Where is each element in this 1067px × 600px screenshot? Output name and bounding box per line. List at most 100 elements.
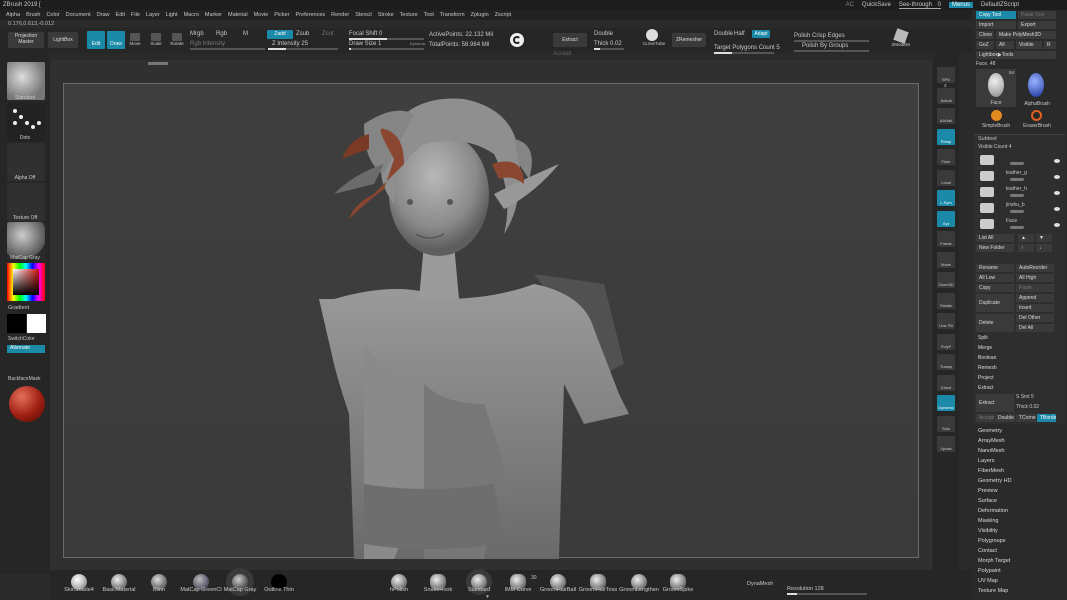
canvas-scroll-handle[interactable] [148, 62, 168, 65]
visibility-eye-icon[interactable] [1054, 159, 1060, 163]
subtool-item[interactable]: leather_h [976, 185, 1062, 200]
submenu-geometry-hd[interactable]: Geometry HD [978, 478, 1012, 484]
subtool-header[interactable]: Subtool [978, 136, 997, 142]
menu-file[interactable]: File [131, 12, 140, 18]
menu-macro[interactable]: Macro [184, 12, 199, 18]
zsub-button[interactable]: Zsub [296, 31, 309, 37]
primary-color-swatch[interactable] [7, 314, 26, 333]
submenu-texture-map[interactable]: Texture Map [978, 588, 1008, 594]
secondary-color-swatch[interactable] [27, 314, 46, 333]
menu-stroke[interactable]: Stroke [378, 12, 394, 18]
half-toggle[interactable]: Half [734, 31, 745, 37]
shelf-ghost-button[interactable]: Ghost [937, 374, 955, 391]
new-folder-button[interactable]: New Folder [976, 244, 1014, 252]
import-button[interactable]: Import [976, 21, 1016, 29]
color-picker-square[interactable] [13, 269, 39, 295]
switch-color-button[interactable]: SwitchColor [8, 336, 35, 342]
shelf-zoom3d-button[interactable]: Zoom3D [937, 272, 955, 288]
subtool-item[interactable]: jinshu_b [976, 201, 1062, 216]
menu-material[interactable]: Material [228, 12, 248, 18]
shelf-rotate-button[interactable]: Rotate [937, 292, 955, 309]
dynamesh-button[interactable]: DynaMesh [747, 581, 773, 587]
autoreorder-button[interactable]: AutoReorder [1016, 264, 1054, 272]
thick-slider[interactable] [594, 48, 624, 50]
submenu-contact[interactable]: Contact [978, 548, 997, 554]
subtool-up-button[interactable]: ▲ [1018, 234, 1034, 242]
move-down-arrow-button[interactable]: ↓ [1036, 244, 1052, 252]
make-polymesh-button[interactable]: Make PolyMesh3D [996, 31, 1056, 39]
backface-mask-sphere[interactable] [9, 386, 45, 422]
subtool-toggle[interactable] [1010, 178, 1024, 181]
extract-button[interactable]: Extract [553, 33, 587, 47]
curvetube-button[interactable]: CurveTube [643, 29, 665, 46]
submenu-polypaint[interactable]: Polypaint [978, 568, 1001, 574]
menu-stencil[interactable]: Stencil [355, 12, 372, 18]
double-extract-toggle[interactable]: Double [995, 414, 1015, 422]
menu-layer[interactable]: Layer [146, 12, 160, 18]
shelf-spix-button[interactable]: SPix [937, 67, 955, 83]
submenu-layers[interactable]: Layers [978, 458, 995, 464]
visibility-eye-icon[interactable] [1054, 207, 1060, 211]
dynamic-toggle[interactable]: Dynamic [410, 41, 426, 46]
subtool-toggle[interactable] [1010, 210, 1024, 213]
face-slider[interactable]: Face. 48 [976, 61, 1056, 67]
menu-movie[interactable]: Movie [254, 12, 269, 18]
merge-menu[interactable]: Merge [976, 344, 1064, 353]
shelf-move-button[interactable]: Move [937, 251, 955, 268]
submenu-morph-target[interactable]: Morph Target [978, 558, 1010, 564]
zadd-button[interactable]: Zadd [267, 30, 293, 39]
remesh-menu[interactable]: Remesh [976, 364, 1064, 373]
projection-master-button[interactable]: Projection Master [8, 32, 44, 48]
submenu-uv-map[interactable]: UV Map [978, 578, 998, 584]
menu-tool[interactable]: Tool [424, 12, 434, 18]
visible-count-slider[interactable]: Visible Count 4 [978, 144, 1012, 150]
menu-edit[interactable]: Edit [116, 12, 125, 18]
list-all-button[interactable]: List All [976, 234, 1014, 242]
copy-tool-button[interactable]: Copy Tool [976, 11, 1016, 19]
scale-button[interactable]: Scale [148, 32, 164, 48]
all-button[interactable]: All [996, 41, 1014, 49]
subtool-item[interactable] [976, 153, 1062, 168]
focal-shift-slider[interactable] [349, 38, 424, 40]
export-button[interactable]: Export [1018, 21, 1056, 29]
double-toggle[interactable]: Double [594, 31, 613, 37]
draw-mode-button[interactable]: Draw [107, 31, 125, 49]
duplicate-button[interactable]: Duplicate [976, 294, 1014, 312]
lightbox-button[interactable]: LightBox [48, 32, 78, 48]
polish-by-groups-slider[interactable] [794, 50, 869, 52]
shelf-dynamic-button[interactable]: Dynamic [937, 395, 955, 411]
edit-mode-button[interactable]: Edit [87, 31, 105, 49]
shelf-line-fill-button[interactable]: Line Fill [937, 313, 955, 329]
m-button[interactable]: M [243, 31, 248, 37]
shelf-xyz-button[interactable]: Xyz [937, 210, 955, 227]
menu-preferences[interactable]: Preferences [296, 12, 326, 18]
extract-menu[interactable]: Extract [976, 384, 1064, 393]
shelf-solo-button[interactable]: Solo [937, 415, 955, 432]
alternate-toggle[interactable]: Alternate [7, 345, 45, 353]
clone-button[interactable]: Clone [976, 31, 994, 39]
rgb-button[interactable]: Rgb [216, 31, 227, 37]
menus-toggle[interactable]: Menus [948, 2, 973, 8]
submenu-polygroups[interactable]: Polygroups [978, 538, 1006, 544]
target-polygons-slider[interactable] [714, 52, 774, 54]
del-all-button[interactable]: Del All [1016, 324, 1054, 332]
submenu-geometry[interactable]: Geometry [978, 428, 1002, 434]
rotate-button[interactable]: Rotate [169, 32, 185, 48]
shelf-persp-button[interactable]: Persp [937, 128, 955, 145]
tool-thumb-simplebrush[interactable]: SimpleBrush [976, 109, 1016, 129]
shelf-transp-button[interactable]: Transp [937, 354, 955, 370]
visibility-eye-icon[interactable] [1054, 223, 1060, 227]
adapt-toggle[interactable]: Adapt [752, 30, 770, 38]
paste-subtool-button[interactable]: Paste [1016, 284, 1054, 292]
draw-mode-switch-icon[interactable] [510, 33, 524, 47]
submenu-nanomesh[interactable]: NanoMesh [978, 448, 1005, 454]
all-high-button[interactable]: All High [1016, 274, 1054, 282]
draw-size-slider[interactable] [349, 48, 424, 50]
menu-alpha[interactable]: Alpha [6, 12, 20, 18]
extract-subtool-button[interactable]: Extract [976, 394, 1014, 412]
tool-thumb-eraserbrush[interactable]: EraserBrush [1018, 109, 1056, 129]
z-intensity-slider[interactable] [268, 48, 338, 50]
submenu-preview[interactable]: Preview [978, 488, 998, 494]
shelf-frame-button[interactable]: Frame [937, 231, 955, 247]
insert-button[interactable]: Insert [1016, 304, 1054, 312]
